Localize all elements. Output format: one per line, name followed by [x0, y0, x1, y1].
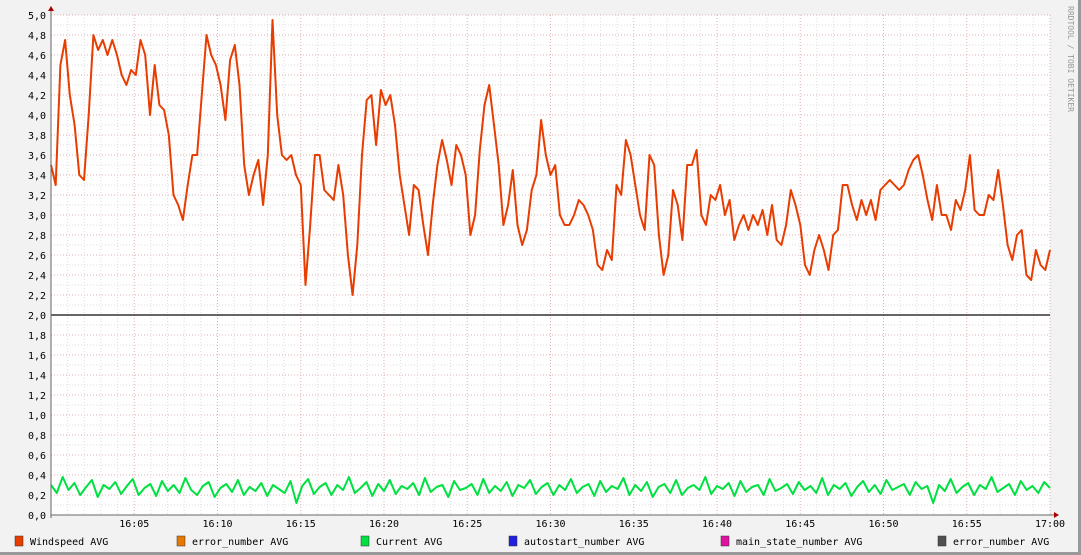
legend-swatch: [14, 535, 24, 547]
x-tick-label: 16:10: [202, 519, 232, 530]
y-tick-label: 2,6: [28, 251, 46, 262]
y-tick-label: 1,4: [28, 371, 46, 382]
legend-swatch: [176, 535, 186, 547]
legend-label: main_state_number AVG: [736, 537, 862, 548]
legend-label: autostart_number AVG: [524, 537, 644, 548]
x-tick-label: 16:50: [868, 519, 898, 530]
x-tick-label: 16:15: [286, 519, 316, 530]
y-tick-label: 1,0: [28, 411, 46, 422]
y-tick-label: 4,4: [28, 71, 46, 82]
legend: Windspeed AVG error_number AVG Current AVG…: [14, 535, 1049, 548]
y-tick-label: 1,8: [28, 331, 46, 342]
y-tick-label: 3,4: [28, 171, 46, 182]
x-tick-label: 16:30: [535, 519, 565, 530]
legend-swatch: [937, 535, 947, 547]
y-tick-label: 1,2: [28, 391, 46, 402]
rrd-graph: 0,0 0,2 0,4 0,6 0,8 1,0 1,2 1,4 1,6 1,8 2,0 2,2 2,4 2…: [0, 0, 1081, 555]
y-tick-label: 3,8: [28, 131, 46, 142]
y-tick-label: 0,2: [28, 491, 46, 502]
x-tick-label: 16:55: [952, 519, 982, 530]
legend-label: Current AVG: [376, 537, 442, 548]
x-tick-label: 17:00: [1035, 519, 1065, 530]
y-axis-labels: 0,0 0,2 0,4 0,6 0,8 1,0 1,2 1,4 1,6 1,8 2,0 2,2 2,4 2…: [28, 11, 46, 522]
y-tick-label: 2,4: [28, 271, 46, 282]
y-tick-label: 3,2: [28, 191, 46, 202]
y-tick-label: 4,6: [28, 51, 46, 62]
x-tick-label: 16:20: [369, 519, 399, 530]
x-axis-arrow-icon: [1054, 512, 1059, 518]
watermark: RRDTOOL / TOBI OETIKER: [1066, 6, 1075, 112]
y-tick-label: 1,6: [28, 351, 46, 362]
y-tick-label: 2,8: [28, 231, 46, 242]
y-tick-label: 3,6: [28, 151, 46, 162]
y-tick-label: 0,4: [28, 471, 46, 482]
x-tick-label: 16:45: [785, 519, 815, 530]
x-axis-labels: 16:05 16:10 16:15 16:20 16:25 16:30 16:35 16:40…: [119, 519, 1065, 530]
y-tick-label: 4,2: [28, 91, 46, 102]
legend-label: error_number AVG: [192, 537, 288, 548]
y-tick-label: 0,6: [28, 451, 46, 462]
legend-swatch: [508, 535, 518, 547]
legend-swatch: [360, 535, 370, 547]
y-tick-label: 4,8: [28, 31, 46, 42]
y-tick-label: 0,0: [28, 511, 46, 522]
legend-label: Windspeed AVG: [30, 537, 108, 548]
y-tick-label: 2,2: [28, 291, 46, 302]
x-tick-label: 16:35: [619, 519, 649, 530]
y-tick-label: 5,0: [28, 11, 46, 22]
chart-svg: 0,0 0,2 0,4 0,6 0,8 1,0 1,2 1,4 1,6 1,8 2,0 2,2 2,4 2…: [14, 6, 1075, 548]
legend-swatch: [720, 535, 730, 547]
x-tick-label: 16:25: [452, 519, 482, 530]
y-tick-label: 2,0: [28, 311, 46, 322]
y-tick-label: 3,0: [28, 211, 46, 222]
y-axis-arrow-icon: [48, 6, 54, 11]
y-tick-label: 4,0: [28, 111, 46, 122]
y-tick-label: 0,8: [28, 431, 46, 442]
x-tick-label: 16:40: [702, 519, 732, 530]
x-tick-label: 16:05: [119, 519, 149, 530]
legend-label: error_number AVG: [953, 537, 1049, 548]
